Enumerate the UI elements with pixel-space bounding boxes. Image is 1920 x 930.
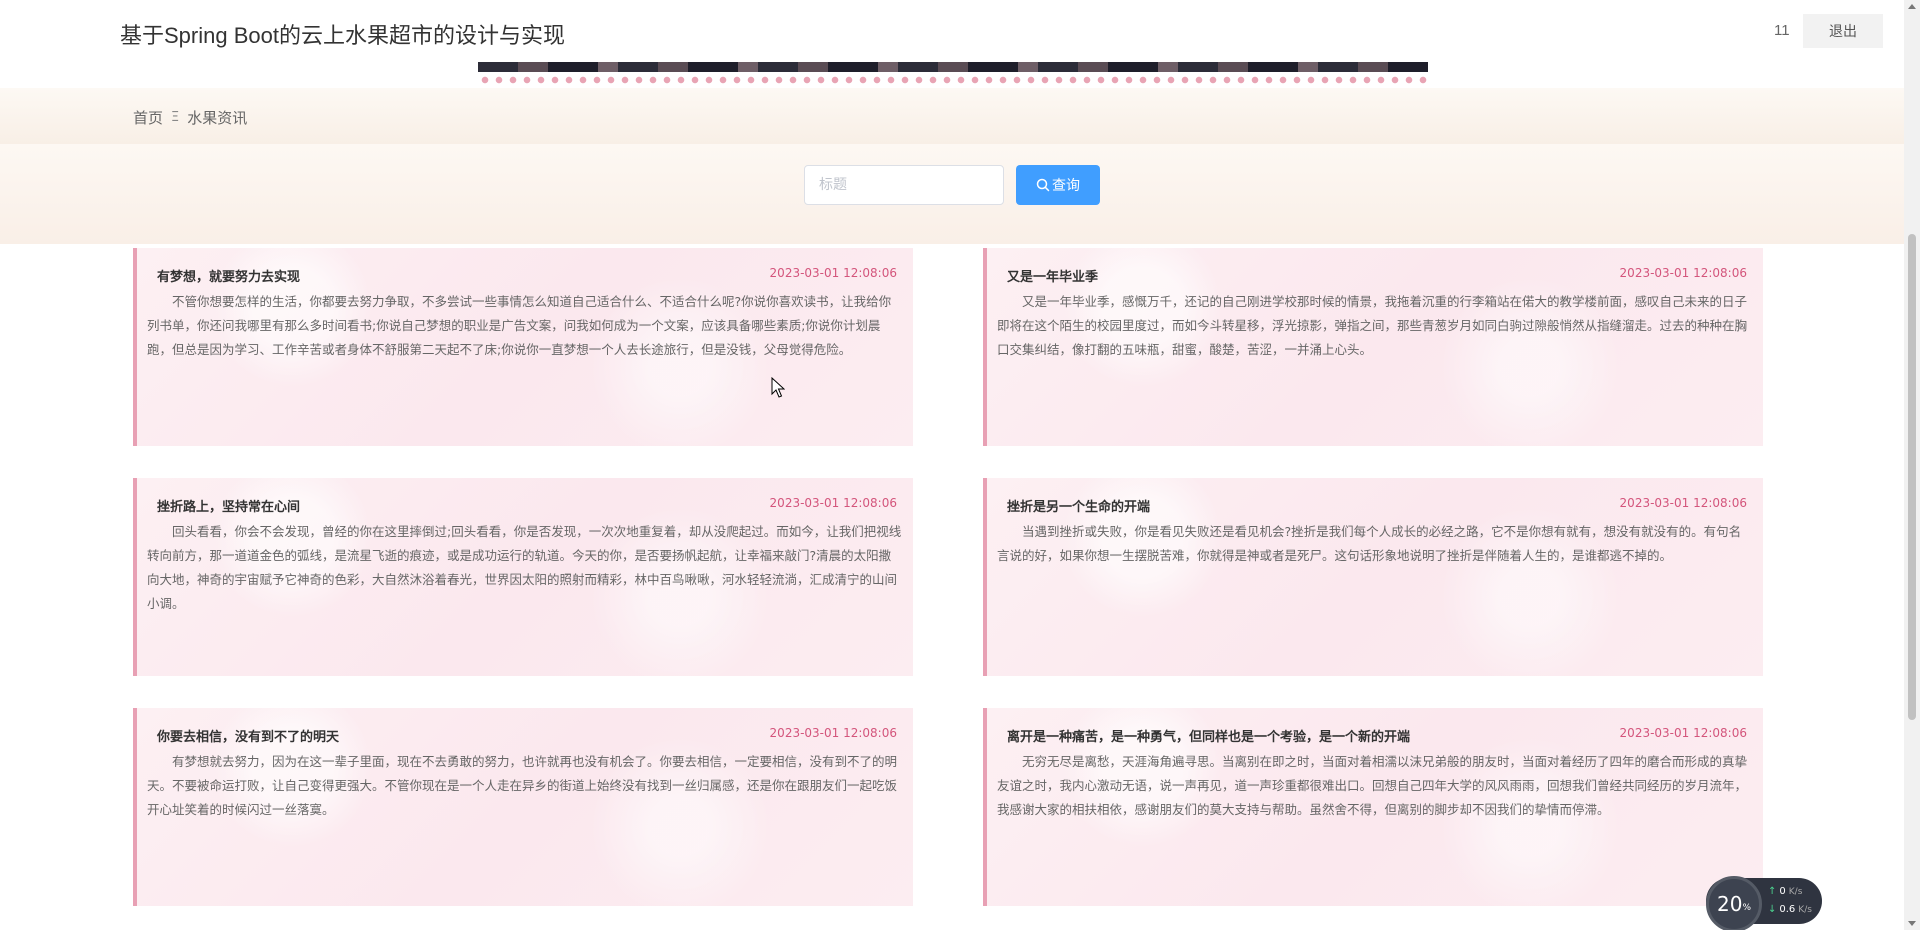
news-date: 2023-03-01 12:08:06 [1619, 266, 1747, 280]
banner-carousel[interactable] [478, 62, 1428, 88]
news-summary: 回头看看，你会不会发现，曾经的你在这里摔倒过;回头看看，你是否发现，一次次地重复… [147, 524, 902, 611]
title-search-input[interactable] [804, 165, 1004, 205]
cpu-usage-gauge: 20% [1706, 876, 1762, 930]
download-arrow-icon: ↓ [1768, 904, 1777, 915]
news-title[interactable]: 有梦想，就要努力去实现 [157, 266, 300, 285]
news-title[interactable]: 离开是一种痛苦，是一种勇气，但同样也是一个考验，是一个新的开端 [1007, 726, 1410, 745]
user-name[interactable]: 11 [1774, 22, 1790, 39]
news-card[interactable]: 挫折路上，坚持常在心间 2023-03-01 12:08:06 回头看看，你会不… [133, 478, 913, 676]
usage-percent: 20 [1716, 892, 1743, 916]
news-title[interactable]: 挫折是另一个生命的开端 [1007, 496, 1150, 515]
logout-button[interactable]: 退出 [1803, 14, 1883, 48]
news-summary: 当遇到挫折或失败，你是看见失败还是看见机会?挫折是我们每个人成长的必经之路，它不… [997, 524, 1742, 563]
news-title[interactable]: 又是一年毕业季 [1007, 266, 1098, 285]
banner-dots [478, 76, 1428, 84]
news-card[interactable]: 离开是一种痛苦，是一种勇气，但同样也是一个考验，是一个新的开端 2023-03-… [983, 708, 1763, 906]
news-title[interactable]: 挫折路上，坚持常在心间 [157, 496, 300, 515]
news-title[interactable]: 你要去相信，没有到不了的明天 [157, 726, 339, 745]
scrollbar-thumb[interactable] [1908, 234, 1916, 720]
news-summary: 不管你想要怎样的生活，你都要去努力争取，不多尝试一些事情怎么知道自己适合什么、不… [147, 294, 892, 357]
news-summary: 无穷无尽是离愁，天涯海角遍寻思。当离别在即之时，当面对着相濡以沫兄弟般的朋友时，… [997, 754, 1748, 817]
news-summary: 又是一年毕业季，感慨万千，还记的自己刚进学校那时候的情景，我拖着沉重的行李箱站在… [997, 294, 1748, 357]
search-icon [1036, 178, 1050, 192]
top-header: 基于Spring Boot的云上水果超市的设计与实现 11 退出 [0, 0, 1904, 66]
breadcrumb-home[interactable]: 首页 [133, 107, 163, 128]
news-card[interactable]: 有梦想，就要努力去实现 2023-03-01 12:08:06 不管你想要怎样的… [133, 248, 913, 446]
news-date: 2023-03-01 12:08:06 [1619, 496, 1747, 510]
upload-value: 0 [1779, 886, 1786, 897]
breadcrumb-separator: Ξ [171, 110, 180, 125]
download-unit: K/s [1798, 904, 1812, 915]
upload-unit: K/s [1788, 886, 1803, 897]
breadcrumb: 首页 Ξ 水果资讯 [133, 107, 247, 128]
breadcrumb-band: 首页 Ξ 水果资讯 [0, 88, 1904, 144]
news-date: 2023-03-01 12:08:06 [1619, 726, 1747, 740]
scroll-down-arrow-icon[interactable] [1908, 921, 1916, 926]
site-title: 基于Spring Boot的云上水果超市的设计与实现 [120, 23, 565, 48]
search-band: 查询 [0, 144, 1904, 244]
download-value: 0.6 [1779, 904, 1796, 915]
news-summary: 有梦想就去努力，因为在这一辈子里面，现在不去勇敢的努力，也许就再也没有机会了。你… [147, 754, 898, 817]
page-scrollbar[interactable] [1904, 0, 1920, 930]
search-button-label: 查询 [1052, 178, 1080, 194]
upload-speed: ↑ 0 K/s [1768, 886, 1802, 897]
breadcrumb-current: 水果资讯 [187, 109, 248, 127]
news-card[interactable]: 挫折是另一个生命的开端 2023-03-01 12:08:06 当遇到挫折或失败… [983, 478, 1763, 676]
mouse-cursor-icon [771, 377, 785, 398]
network-speed-widget[interactable]: 20% ↑ 0 K/s ↓ 0.6 K/s [1706, 876, 1822, 930]
news-card[interactable]: 又是一年毕业季 2023-03-01 12:08:06 又是一年毕业季，感慨万千… [983, 248, 1763, 446]
search-button[interactable]: 查询 [1016, 165, 1100, 205]
news-card[interactable]: 你要去相信，没有到不了的明天 2023-03-01 12:08:06 有梦想就去… [133, 708, 913, 906]
download-speed: ↓ 0.6 K/s [1768, 904, 1812, 915]
upload-arrow-icon: ↑ [1768, 886, 1777, 897]
news-date: 2023-03-01 12:08:06 [769, 266, 897, 280]
news-date: 2023-03-01 12:08:06 [769, 726, 897, 740]
scroll-up-arrow-icon[interactable] [1908, 4, 1916, 9]
banner-image [478, 62, 1428, 72]
news-date: 2023-03-01 12:08:06 [769, 496, 897, 510]
usage-percent-unit: % [1742, 903, 1751, 913]
